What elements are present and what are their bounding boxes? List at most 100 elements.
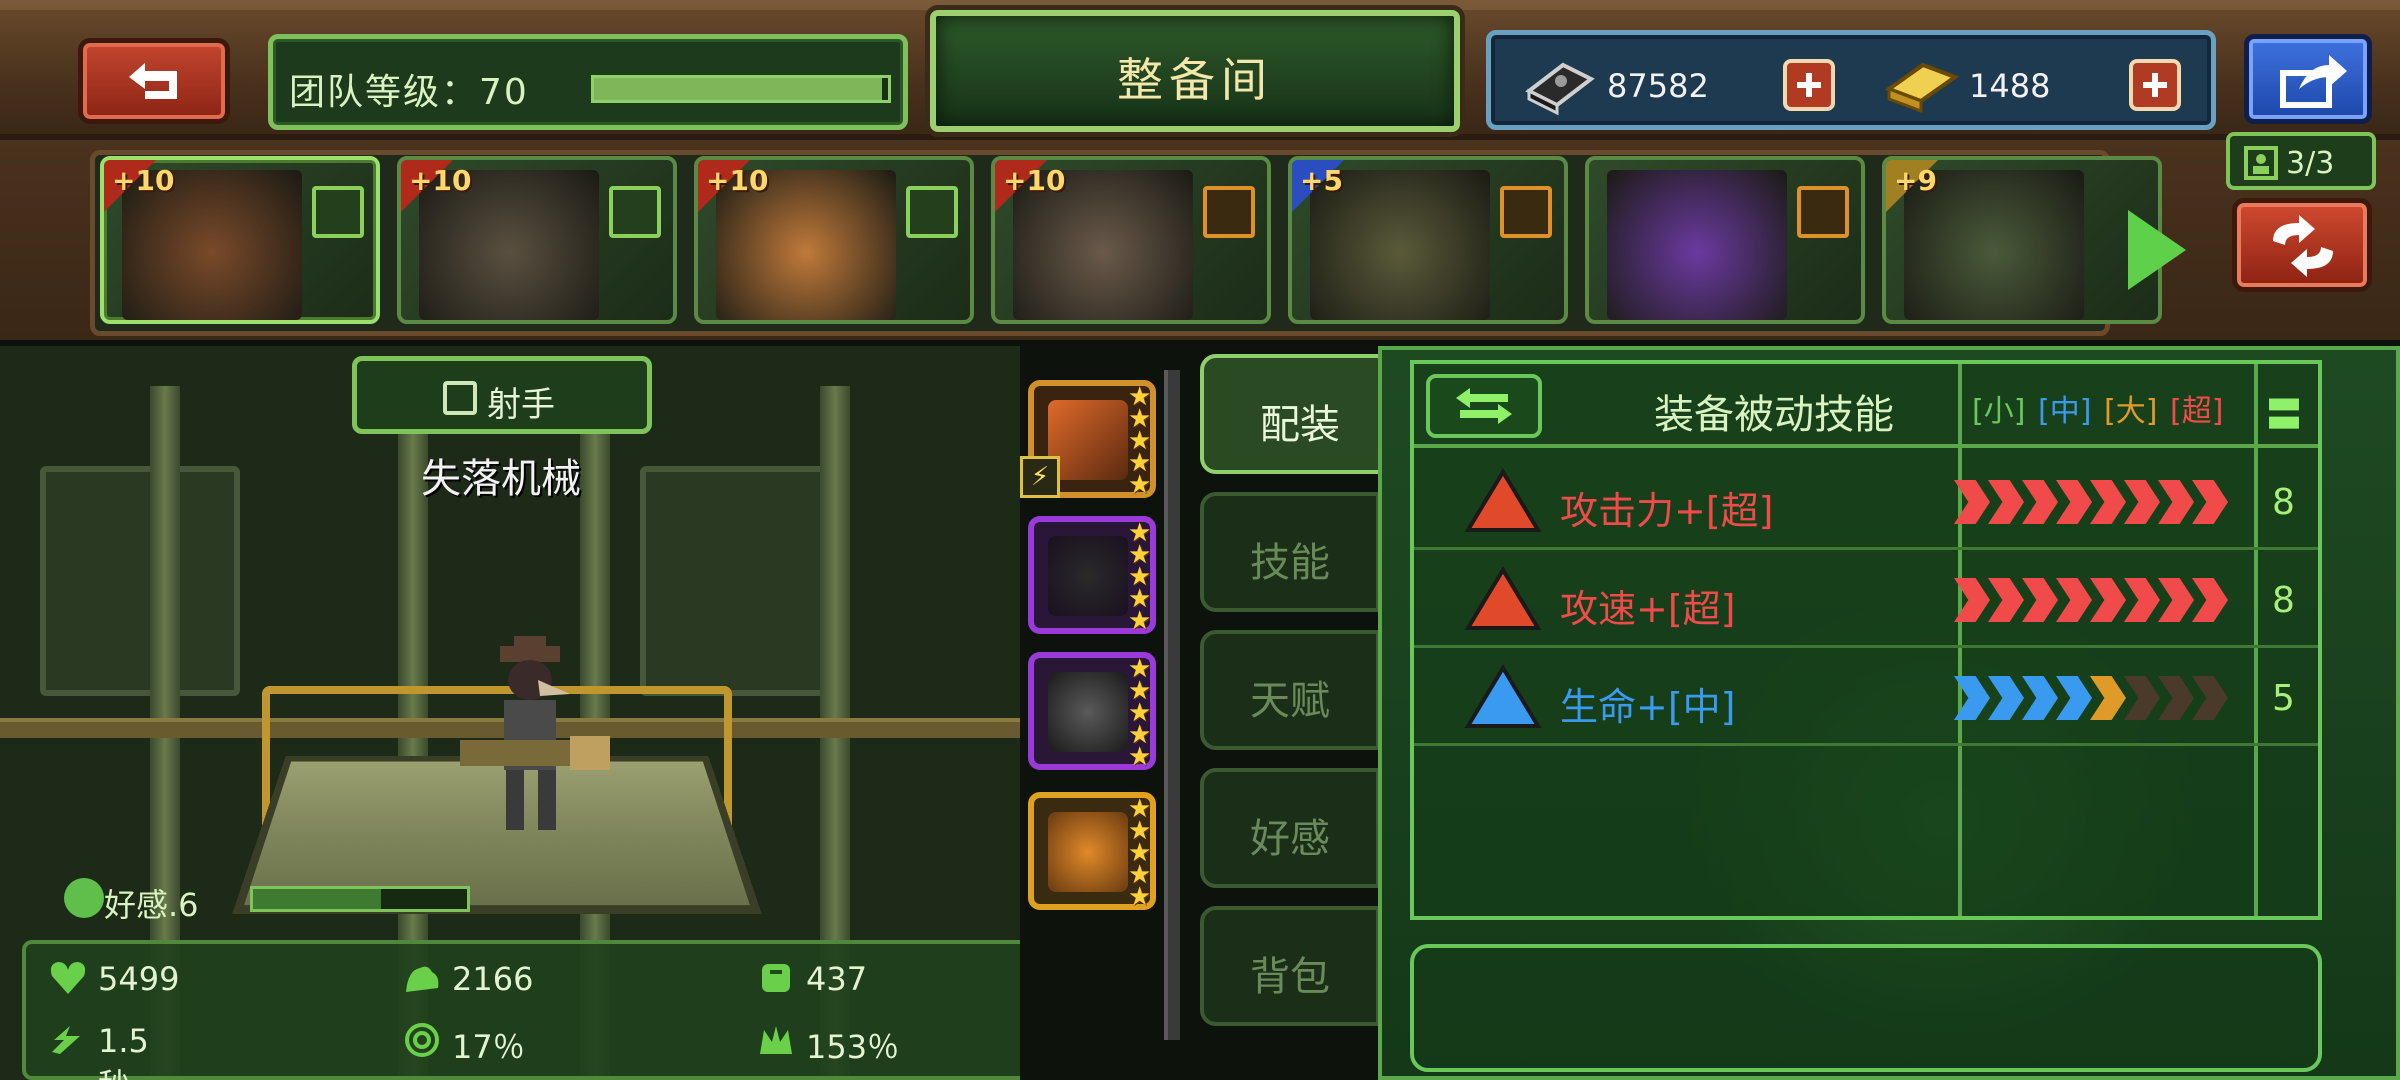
level-chevron [2022,480,2058,524]
level-chevron [2056,480,2092,524]
legend-super: [超] [2170,394,2224,429]
parts-value: 87582 [1607,67,1709,105]
swap-arrows-icon [2273,215,2333,277]
speed-icon [52,1026,80,1054]
return-arrow-icon [129,63,177,99]
level-chevron [2192,578,2228,622]
equip-slot-accessory[interactable]: ★ ★ ★ ★ ★ [1028,792,1156,910]
toggle-view-button[interactable] [1426,374,1542,438]
level-chevron [2124,676,2160,720]
equipment-chain [1164,370,1180,1040]
level-chevron [1954,676,1990,720]
skill-row[interactable]: 生命+[中] 5 [1414,648,2318,746]
tab-3[interactable]: 好感 [1200,768,1380,888]
class-badge: 射手 [352,356,652,434]
skill-count: 8 [2272,482,2295,523]
skill-count: 8 [2272,580,2295,621]
legend-small: [小] [1972,394,2026,429]
level-chevron [2090,676,2126,720]
skills-title: 装备被动技能 [1654,392,1894,438]
currency-gold: 1488 [1883,51,2213,117]
hero-level-tag: +9 [1894,164,1937,197]
top-bar: 团队等级：70 整备间 87582 1488 [0,0,2400,140]
hero-card[interactable] [1585,156,1865,324]
tab-0[interactable]: 配装 [1200,354,1400,474]
squad-count-value: 3/3 [2286,146,2335,181]
team-level-label: 团队等级：70 [289,72,529,113]
hero-card[interactable]: +5 [1288,156,1568,324]
back-button[interactable] [78,38,230,124]
plague-mask-item-icon [1048,536,1128,616]
equip-slot-weapon[interactable]: ★ ★ ★ ★ ★ ⚡ [1020,380,1156,500]
menu-equals-icon[interactable]: 〓 [2266,386,2302,438]
equip-slot-helmet[interactable]: ★ ★ ★ ★ ★ [1028,516,1156,634]
armor-item-icon [1048,672,1128,752]
hero-card[interactable]: +9 [1882,156,2162,324]
hero-card[interactable]: +10 [694,156,974,324]
hero-level-tag: +10 [1003,164,1066,197]
share-button[interactable] [2244,34,2372,124]
smiley-icon [64,878,104,918]
team-level-bar-fill [594,78,883,100]
tab-label: 好感 [1250,816,1330,862]
wall-panel [40,466,240,696]
level-chevron [1988,480,2024,524]
roster-next-icon[interactable] [2128,210,2186,290]
skill-row[interactable]: 攻击力+[超] 8 [1414,452,2318,550]
passive-skills-panel: 装备被动技能 [小] [中] [大] [超] 〓 攻击力+[超] 8 攻速+[超] 8… [1378,346,2400,1080]
hero-portrait [1607,170,1787,320]
tab-4[interactable]: 背包 [1200,906,1380,1026]
legend-mid: [中] [2038,394,2092,429]
reserve-status-icon [1203,186,1255,238]
tab-label: 背包 [1250,954,1330,1000]
hero-level-tag: +10 [409,164,472,197]
level-chevron [2090,480,2126,524]
level-chevron [2022,676,2058,720]
swap-squad-button[interactable] [2232,198,2372,292]
hero-card[interactable]: +10 [397,156,677,324]
affinity-bar [250,886,470,912]
hero-card[interactable]: +10 [991,156,1271,324]
class-label: 射手 [487,385,555,425]
level-chevron [1988,578,2024,622]
deployed-status-icon [906,186,958,238]
equip-slot-armor[interactable]: ★ ★ ★ ★ ★ [1028,652,1156,770]
stats-panel: 5499 2166 437 1.5秒 17％ 153％ [22,940,1020,1080]
attack-speed-icon [1464,566,1542,630]
sniper-class-icon [443,381,477,415]
star-rating: ★ ★ ★ ★ ★ [1128,794,1152,912]
affinity-bar-fill [253,889,382,909]
reserve-status-icon [1500,186,1552,238]
currency-parts: 87582 [1521,51,1851,117]
level-chevron [1954,480,1990,524]
hp-icon [1464,664,1542,728]
tab-2[interactable]: 天赋 [1200,630,1380,750]
skill-level-chevrons [1954,480,2228,524]
skills-table-header: 装备被动技能 [小] [中] [大] [超] 〓 [1414,364,2318,448]
skill-name: 攻速+[超] [1560,587,1736,631]
attack-icon [1464,468,1542,532]
reserve-status-icon [1797,186,1849,238]
page-title-box: 整备间 [930,10,1460,132]
buy-gold-button[interactable] [2129,59,2181,111]
character-scene: 射手 失落机械 好感.6 5499 2166 437 1.5 17％ 153％ [0,346,1020,1080]
buy-parts-button[interactable] [1783,59,1835,111]
rifle-item-icon [1048,400,1128,480]
level-chevron [2056,676,2092,720]
tab-label: 天赋 [1250,678,1330,724]
stat-hp-value: 5499 [98,960,180,998]
hero-sprite[interactable] [420,636,620,856]
hero-card[interactable]: +10 [100,156,380,324]
level-chevron [2056,578,2092,622]
tab-label: 技能 [1250,540,1330,586]
level-chevron [2158,676,2194,720]
affinity-row: 好感.6 [64,876,484,930]
level-chevron [2124,578,2160,622]
skill-row[interactable]: 攻速+[超] 8 [1414,550,2318,648]
level-chevron [1954,578,1990,622]
target-icon [405,1023,439,1057]
team-level-bar [591,75,891,103]
tab-1[interactable]: 技能 [1200,492,1380,612]
star-rating: ★ ★ ★ ★ ★ [1128,382,1152,500]
stat-defense-value: 437 [806,960,868,998]
